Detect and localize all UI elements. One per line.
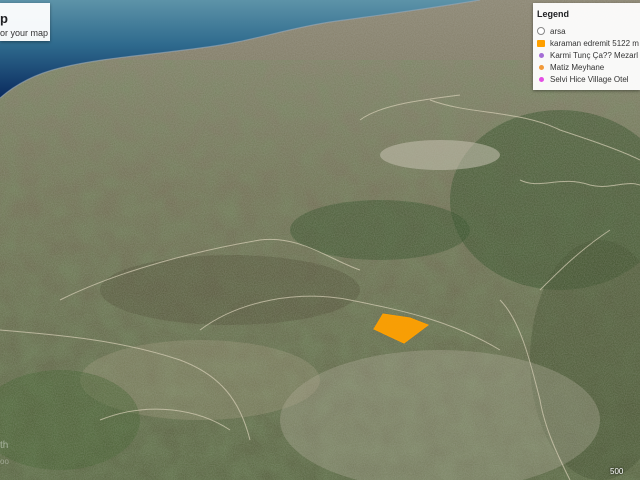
- orange-polygon-icon: [537, 39, 545, 47]
- legend-title: Legend: [537, 9, 570, 19]
- map-title: p: [0, 11, 8, 26]
- legend-item-karaman-edremit[interactable]: karaman edremit 5122 m: [537, 37, 640, 49]
- legend-item-karmi-mezarlik[interactable]: Karmi Tunç Ça?? Mezarl: [537, 49, 640, 61]
- map-subtitle: or your map: [0, 28, 49, 38]
- pink-pin-icon: [537, 75, 545, 83]
- map-watermark: th: [0, 440, 9, 451]
- legend-item-matiz-meyhane[interactable]: Matiz Meyhane: [537, 61, 640, 73]
- scale-label: 500: [610, 467, 624, 476]
- map-watermark-sub: oo: [0, 457, 9, 466]
- legend-item-arsa[interactable]: arsa: [537, 25, 640, 37]
- outline-polygon-icon: [537, 27, 545, 35]
- purple-pin-icon: [537, 51, 545, 59]
- orange-pin-icon: [537, 63, 545, 71]
- legend-item-label: arsa: [550, 26, 566, 36]
- legend-item-label: Karmi Tunç Ça?? Mezarl: [550, 50, 639, 60]
- map-title-box[interactable]: p or your map: [0, 3, 50, 41]
- legend-item-label: Matiz Meyhane: [550, 62, 605, 72]
- legend-item-label: karaman edremit 5122 m: [550, 38, 639, 48]
- legend-item-selvi-hice[interactable]: Selvi Hice Village Otel: [537, 73, 640, 85]
- legend-panel[interactable]: Legend arsa karaman edremit 5122 m Karmi…: [533, 3, 640, 90]
- legend-item-label: Selvi Hice Village Otel: [550, 74, 629, 84]
